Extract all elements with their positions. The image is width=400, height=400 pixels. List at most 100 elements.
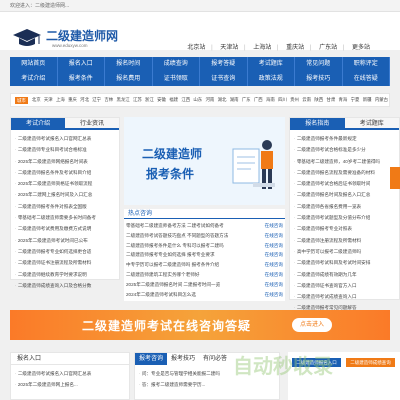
- nav-item[interactable]: 考试题库: [248, 57, 295, 72]
- ask-online-link[interactable]: 在线咨询: [265, 260, 283, 270]
- hot-question-row[interactable]: 2025年二级建造师报名时间 二建报考时间一览 在线咨询: [126, 280, 283, 290]
- list-item[interactable]: 2025年二级建造师考试时间已公布: [15, 235, 115, 246]
- ask-online-link[interactable]: 在线咨询: [265, 250, 283, 260]
- hot-question-row[interactable]: 二级建造师建筑工程实务哪个老师好 在线咨询: [126, 270, 283, 280]
- tab-industry-news[interactable]: 行业资讯: [65, 118, 119, 128]
- city-link[interactable]: 云南: [302, 97, 311, 103]
- tab-tips[interactable]: 报考技巧: [167, 353, 199, 365]
- list-item[interactable]: 2025年二级建造师网络报名时间表: [15, 156, 115, 167]
- city-link[interactable]: 青海: [339, 97, 348, 103]
- hot-question-row[interactable]: 二级建造师报考专业如何选择 报考专业要求 在线咨询: [126, 250, 283, 260]
- city-link[interactable]: 宁夏: [351, 97, 360, 103]
- ask-online-link[interactable]: 在线咨询: [265, 290, 283, 300]
- city-link[interactable]: 陕西: [314, 97, 323, 103]
- list-item[interactable]: 二级建造师考试费用及缴费方式说明: [15, 223, 115, 234]
- ask-online-link[interactable]: 在线咨询: [265, 270, 283, 280]
- city-link[interactable]: 江苏: [133, 97, 142, 103]
- list-item[interactable]: 零基础考二级建造师需要多长时间备考: [15, 212, 115, 223]
- city-link[interactable]: 河南: [206, 97, 215, 103]
- list-item[interactable]: 二级建造师考试科目及考试时间安排: [294, 257, 395, 268]
- list-item[interactable]: 二级建造师报考条件对照表全国版: [15, 201, 115, 212]
- city-link[interactable]: 广西: [254, 97, 263, 103]
- city-link[interactable]: 辽宁: [92, 97, 101, 103]
- site-link[interactable]: 北京站: [187, 42, 205, 51]
- site-link[interactable]: 广东站: [319, 42, 337, 51]
- list-item[interactable]: 二级建造师报考条件最新规定: [294, 133, 395, 144]
- hero-banner[interactable]: 二级建造师 报考条件: [124, 117, 285, 205]
- list-item[interactable]: 2025年二建网上报名时间及入口汇总: [15, 189, 115, 200]
- city-link[interactable]: 四川: [278, 97, 287, 103]
- city-link[interactable]: 吉林: [104, 97, 113, 103]
- city-link[interactable]: 新疆: [363, 97, 372, 103]
- hot-question-row[interactable]: 零基础考二级建造师备考方法 二建考试如何备考 在线咨询: [126, 221, 283, 231]
- nav-item[interactable]: 证书查询: [200, 71, 248, 86]
- city-link[interactable]: 山东: [193, 97, 202, 103]
- list-item[interactable]: 高中学历可以报考二级建造师吗: [294, 246, 395, 257]
- list-item[interactable]: 二级建造师报名条件及考试科目介绍: [15, 167, 115, 178]
- city-link[interactable]: 湖北: [218, 97, 227, 103]
- city-link[interactable]: 湖南: [230, 97, 239, 103]
- city-link[interactable]: 天津: [44, 97, 53, 103]
- list-item[interactable]: 答：报考二级建造师需要学历...: [139, 379, 275, 390]
- nav-item[interactable]: 报名时间: [105, 57, 153, 72]
- score-query-button[interactable]: 二级建造师成绩查询: [346, 358, 395, 367]
- float-contact-button[interactable]: [390, 167, 400, 189]
- nav-item[interactable]: 成绩查询: [153, 57, 200, 72]
- hot-question-row[interactable]: 二级建造师报考条件是什么 专科可以报考二建吗 在线咨询: [126, 241, 283, 251]
- list-item[interactable]: 二级建造师报名流程及需要准备的材料: [294, 167, 395, 178]
- list-item[interactable]: 2025年二级建造师网上报名...: [15, 379, 125, 390]
- tab-qa[interactable]: 有问必答: [199, 353, 231, 365]
- hot-question-row[interactable]: 二级建造师考试答题技巧盘点 不同题型的答题方法 在线咨询: [126, 231, 283, 241]
- list-item[interactable]: 二级建造师成绩有效期为几年: [294, 269, 395, 280]
- nav-item[interactable]: 在线答疑: [343, 71, 390, 86]
- nav-item[interactable]: 证书领取: [153, 71, 200, 86]
- tab-consult[interactable]: 报考咨询: [135, 353, 168, 365]
- list-item[interactable]: 二级建造师专业科目考试合格标准: [15, 144, 115, 155]
- city-link[interactable]: 浙江: [145, 97, 154, 103]
- city-link[interactable]: 内蒙古: [375, 97, 388, 103]
- hot-question-row[interactable]: 中专学历可以报考二级建造师吗 报考条件介绍 在线咨询: [126, 260, 283, 270]
- promo-enter-button[interactable]: 点击进入: [292, 318, 332, 332]
- ask-online-link[interactable]: 在线咨询: [265, 231, 283, 241]
- list-item[interactable]: 二级建造师考试报名入口官网汇总表: [15, 368, 125, 379]
- site-link[interactable]: 上海站: [253, 42, 271, 51]
- nav-item[interactable]: 政策法规: [248, 71, 295, 86]
- nav-item[interactable]: 报考答疑: [200, 57, 248, 72]
- list-item[interactable]: 零基础考二级建造师，40岁考二建值得吗: [294, 156, 395, 167]
- ask-online-link[interactable]: 在线咨询: [265, 221, 283, 231]
- nav-item[interactable]: 报考技巧: [295, 71, 343, 86]
- list-item[interactable]: 二级建造师考试合格后证书领取时间: [294, 178, 395, 189]
- list-item[interactable]: 二级建造师继续教育学时要求说明: [15, 269, 115, 280]
- list-item[interactable]: 2025年二级建造师资格证书领取流程: [15, 178, 115, 189]
- tab-question-bank[interactable]: 考试题库: [344, 118, 399, 128]
- list-item[interactable]: 二级建造师报考专业对照表: [294, 223, 395, 234]
- ask-online-link[interactable]: 在线咨询: [265, 280, 283, 290]
- city-link[interactable]: 甘肃: [326, 97, 335, 103]
- tab-signup-guide[interactable]: 报名指南: [290, 118, 345, 128]
- ask-online-link[interactable]: 在线咨询: [265, 241, 283, 251]
- hot-question-row[interactable]: 2024年二级建造师考试科目怎么选 在线咨询: [126, 290, 283, 300]
- nav-item[interactable]: 考试介绍: [10, 71, 58, 86]
- nav-item[interactable]: 报名费用: [105, 71, 153, 86]
- city-link[interactable]: 贵州: [290, 97, 299, 103]
- nav-item[interactable]: 报名入口: [58, 57, 105, 72]
- city-link[interactable]: 福建: [169, 97, 178, 103]
- city-link[interactable]: 广东: [242, 97, 251, 103]
- list-item[interactable]: 二级建造师证书注册流程及所需材料: [15, 257, 115, 268]
- more-sites-link[interactable]: 更多站: [352, 42, 370, 51]
- list-item[interactable]: 二级建造师各省报名费用一览表: [294, 201, 395, 212]
- nav-item[interactable]: 报考条件: [58, 71, 105, 86]
- site-link[interactable]: 天津站: [220, 42, 238, 51]
- city-link[interactable]: 黑龙江: [116, 97, 129, 103]
- tab-exam-intro[interactable]: 考试介绍: [11, 118, 65, 128]
- list-item[interactable]: 二级建造师证书查询官方入口: [294, 280, 395, 291]
- site-logo[interactable]: 二级建造师网 www.eduxyw.com: [12, 25, 132, 51]
- list-item[interactable]: 二级建造师报考专业如何选择更合适: [15, 246, 115, 257]
- list-item[interactable]: 二级建造师报名时间及报名入口汇总: [294, 189, 395, 200]
- city-link[interactable]: 江西: [181, 97, 190, 103]
- list-item[interactable]: 二级建造师成绩查询入口及合格分数: [15, 280, 115, 291]
- site-link[interactable]: 重庆站: [286, 42, 304, 51]
- nav-item[interactable]: 网站首页: [10, 57, 58, 72]
- nav-item[interactable]: 职称评定: [343, 57, 390, 72]
- city-link[interactable]: 河北: [80, 97, 89, 103]
